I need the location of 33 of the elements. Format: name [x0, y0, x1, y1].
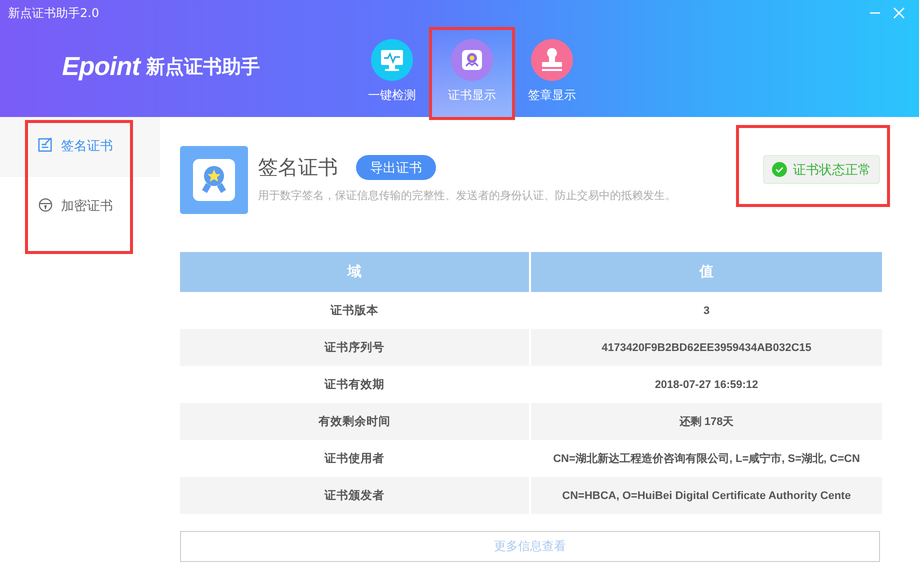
table-cell: 有效剩余时间	[180, 403, 529, 440]
close-icon[interactable]	[893, 7, 905, 19]
table-cell: 证书颁发者	[180, 477, 529, 514]
certificate-description: 用于数字签名，保证信息传输的完整性、发送者的身份认证、防止交易中的抵赖发生。	[258, 188, 677, 203]
table-cell-text: 证书使用者	[323, 450, 386, 467]
table-cell-text: 证书版本	[329, 302, 380, 319]
monitor-icon	[371, 39, 413, 81]
table-cell: 4173420F9B2BD62EE3959434AB032C15	[531, 329, 882, 366]
table-cell: CN=HBCA, O=HuiBei Digital Certificate Authority Cente	[531, 477, 882, 514]
app-name: 新点证书助手	[146, 54, 260, 80]
nav-tab[interactable]: 签章显示	[512, 30, 592, 117]
brand-logo: Epoint	[62, 51, 140, 82]
sidebar-item[interactable]: 签名证书	[0, 117, 160, 177]
column-header: 域	[180, 252, 529, 292]
export-button[interactable]: 导出证书	[356, 155, 436, 180]
status-badge: 证书状态正常	[763, 155, 880, 184]
table-cell-text: 3	[702, 304, 711, 318]
lock-icon	[38, 197, 53, 212]
edit-icon	[38, 137, 53, 152]
table-cell: 证书序列号	[180, 329, 529, 366]
more-info-button[interactable]: 更多信息查看	[180, 531, 880, 562]
window-title: 新点证书助手2.0	[8, 4, 100, 22]
certificate-title: 签名证书	[258, 154, 338, 181]
nav-tab[interactable]: 证书显示	[432, 30, 512, 117]
table-cell-text: CN=湖北新达工程造价咨询有限公司, L=咸宁市, S=湖北, C=CN	[552, 452, 861, 467]
certificate-icon	[451, 39, 493, 81]
stamp-icon	[531, 39, 573, 81]
table-cell-text: 证书有效期	[323, 376, 386, 393]
nav-tab[interactable]: 一键检测	[352, 30, 432, 117]
table-cell-text: 2018-07-27 16:59:12	[654, 378, 760, 392]
column-header: 值	[531, 252, 882, 292]
certificate-icon	[180, 146, 248, 214]
table-cell: 还剩 178天	[531, 403, 882, 440]
